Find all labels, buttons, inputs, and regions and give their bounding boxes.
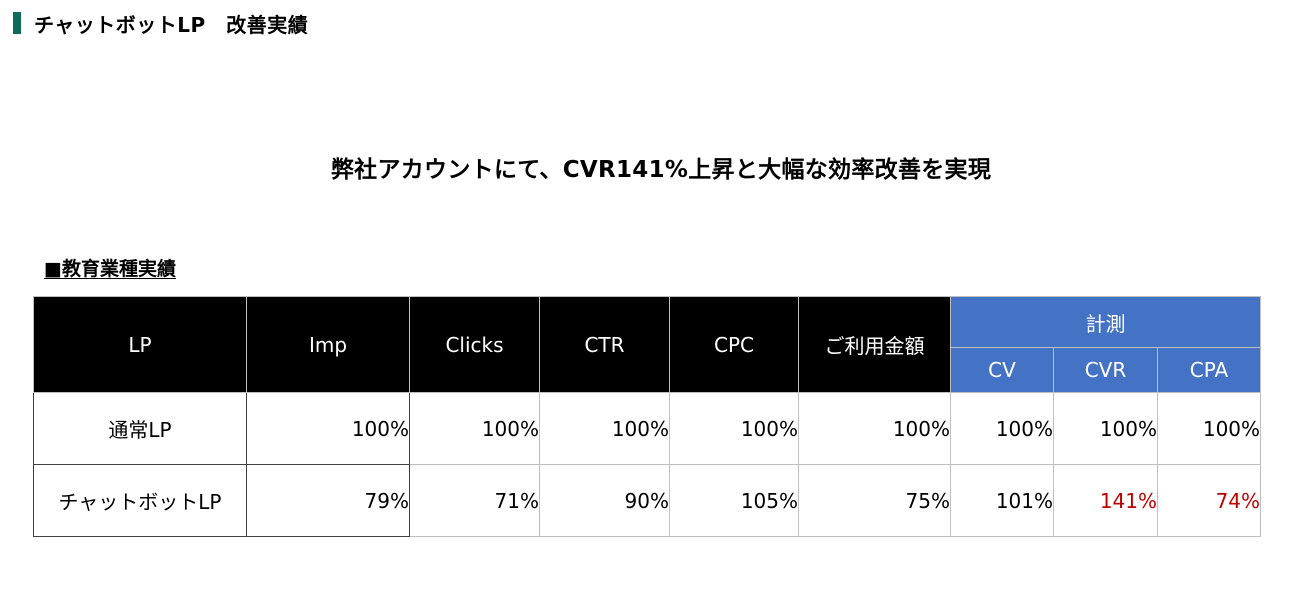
header-cpc: CPC bbox=[669, 296, 799, 393]
header-cost: ご利用金額 bbox=[798, 296, 951, 393]
title-accent-mark bbox=[13, 12, 21, 34]
cell-clicks: 71% bbox=[409, 464, 540, 537]
cell-clicks: 100% bbox=[409, 392, 540, 465]
header-clicks: Clicks bbox=[409, 296, 540, 393]
cell-cv: 101% bbox=[950, 464, 1054, 537]
cell-ctr: 90% bbox=[539, 464, 670, 537]
page-title-bar: チャットボットLP 改善実績 bbox=[13, 11, 309, 37]
page-title: チャットボットLP 改善実績 bbox=[34, 12, 309, 37]
header-cv: CV bbox=[950, 347, 1054, 393]
cell-cvr-highlight: 141% bbox=[1053, 464, 1158, 537]
table-row: 通常LP 100% 100% 100% 100% 100% 100% 100% … bbox=[33, 392, 1262, 465]
cell-cpc: 105% bbox=[669, 464, 799, 537]
cell-cost: 100% bbox=[798, 392, 951, 465]
table-row: チャットボットLP 79% 71% 90% 105% 75% 101% 141%… bbox=[33, 464, 1262, 537]
cell-lp: 通常LP bbox=[33, 392, 247, 465]
header-lp: LP bbox=[33, 296, 247, 393]
header-ctr: CTR bbox=[539, 296, 670, 393]
header-measurement-group: 計測 bbox=[949, 296, 1262, 348]
header-cvr: CVR bbox=[1053, 347, 1158, 393]
results-table: LP Imp Clicks CTR CPC ご利用金額 計測 CV CVR CP… bbox=[33, 296, 1262, 537]
cell-imp: 100% bbox=[246, 392, 410, 465]
section-label: ■教育業種実績 bbox=[44, 258, 176, 280]
headline: 弊社アカウントにて、CVR141%上昇と大幅な効率改善を実現 bbox=[330, 157, 992, 183]
cell-cpa: 100% bbox=[1156, 392, 1262, 465]
cell-cpc: 100% bbox=[669, 392, 799, 465]
cell-cpa-highlight: 74% bbox=[1156, 464, 1262, 537]
header-imp: Imp bbox=[246, 296, 410, 393]
header-row: LP Imp Clicks CTR CPC ご利用金額 計測 bbox=[33, 296, 1262, 393]
cell-cost: 75% bbox=[798, 464, 951, 537]
cell-lp: チャットボットLP bbox=[33, 464, 247, 537]
cell-cvr: 100% bbox=[1053, 392, 1158, 465]
header-cpa: CPA bbox=[1156, 347, 1262, 393]
cell-ctr: 100% bbox=[539, 392, 670, 465]
cell-imp: 79% bbox=[246, 464, 410, 537]
cell-cv: 100% bbox=[950, 392, 1054, 465]
